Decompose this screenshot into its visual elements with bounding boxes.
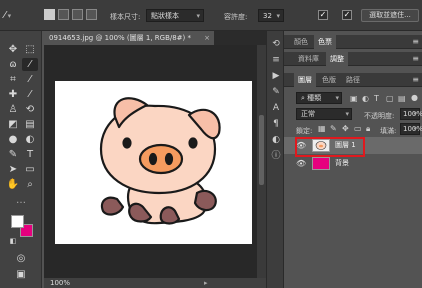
smart-object-filter-icon[interactable]: ▤ xyxy=(398,94,406,104)
layer-thumbnail xyxy=(312,157,330,170)
dodge-tool-icon[interactable]: ◐ xyxy=(22,133,38,146)
new-selection-mode[interactable] xyxy=(44,9,55,20)
lock-label: 鎖定: xyxy=(296,127,313,135)
eyedropper-tool-icon[interactable]: ⁄ xyxy=(22,73,38,86)
adjustment-filter-icon[interactable]: ◐ xyxy=(362,94,369,104)
brush-panel-icon[interactable]: ✎ xyxy=(270,87,282,98)
lasso-tool-icon[interactable]: ɷ xyxy=(5,58,21,71)
default-colors-icon[interactable]: ◧ xyxy=(5,235,21,248)
document-tab-bar: 0914653.jpg @ 100% (圖層 1, RGB/8#) * × xyxy=(44,31,266,45)
status-menu-icon[interactable]: ▸ xyxy=(204,278,208,288)
layer-row-background[interactable]: 👁︎ 背景 xyxy=(284,155,422,172)
color-panel-tabs: 顏色 色票 ≡ xyxy=(284,35,422,49)
layer-name[interactable]: 背景 xyxy=(335,158,349,168)
magic-wand-tool-icon[interactable]: ⁄ xyxy=(22,58,38,71)
properties-panel-icon[interactable]: ≡ xyxy=(270,55,282,66)
lock-transparency-icon[interactable]: ▦ xyxy=(318,124,326,134)
magic-wand-icon: ⁄ xyxy=(4,10,6,21)
anti-alias-checkbox[interactable]: ✓ xyxy=(318,10,328,20)
tool-preset-picker[interactable]: ⁄ ▾ xyxy=(4,8,26,23)
tab-layers[interactable]: 圖層 xyxy=(294,73,316,87)
tab-adjustments[interactable]: 調整 xyxy=(326,52,348,66)
crop-tool-icon[interactable]: ⌗ xyxy=(5,73,21,86)
foreground-color-swatch[interactable] xyxy=(11,215,24,228)
fill-label: 填滿: xyxy=(380,127,397,135)
character-panel-icon[interactable]: A xyxy=(270,103,282,114)
eraser-tool-icon[interactable]: ◩ xyxy=(5,118,21,131)
add-selection-mode[interactable] xyxy=(58,9,69,20)
move-tool-icon[interactable]: ✥ xyxy=(5,43,21,56)
select-and-mask-button[interactable]: 選取並遮住... xyxy=(361,9,419,22)
shape-filter-icon[interactable]: ▢ xyxy=(386,94,394,104)
healing-brush-tool-icon[interactable]: ✚ xyxy=(5,88,21,101)
glyphs-panel-icon[interactable]: ◐ xyxy=(270,135,282,146)
history-panel-icon[interactable]: ⟲ xyxy=(270,39,282,50)
lock-position-icon[interactable]: ✥ xyxy=(342,124,349,134)
vertical-scrollbar[interactable] xyxy=(257,45,266,278)
close-icon[interactable]: × xyxy=(204,31,210,45)
tolerance-input[interactable]: 32 xyxy=(258,9,284,22)
canvas-area[interactable] xyxy=(44,45,257,278)
visibility-eye-icon[interactable]: 👁︎ xyxy=(296,159,306,168)
panel-menu-icon[interactable]: ≡ xyxy=(412,73,419,87)
intersect-selection-mode[interactable] xyxy=(86,9,97,20)
tolerance-label: 容許度: xyxy=(224,13,248,21)
actions-panel-icon[interactable]: ▶ xyxy=(270,71,282,82)
pig-illustration xyxy=(99,97,221,225)
sample-size-label: 樣本尺寸: xyxy=(110,13,141,21)
type-filter-icon[interactable]: T xyxy=(374,94,379,104)
layers-panel-tabs: 圖層 色版 路徑 ≡ xyxy=(284,73,422,87)
more-tools-icon[interactable]: … xyxy=(13,194,29,207)
blend-mode-dropdown[interactable]: 正常 xyxy=(296,108,352,120)
opacity-input[interactable]: 100% xyxy=(400,108,422,120)
rectangle-tool-icon[interactable]: ▭ xyxy=(22,163,38,176)
paragraph-panel-icon[interactable]: ¶ xyxy=(270,119,282,130)
pen-tool-icon[interactable]: ✎ xyxy=(5,148,21,161)
tab-paths[interactable]: 路徑 xyxy=(342,73,364,87)
tab-channels[interactable]: 色版 xyxy=(318,73,340,87)
info-panel-icon[interactable]: ⓘ xyxy=(270,151,282,162)
zoom-level[interactable]: 100% xyxy=(50,279,70,287)
tab-libraries[interactable]: 資料庫 xyxy=(294,52,323,66)
tab-color[interactable]: 顏色 xyxy=(290,35,312,49)
clone-stamp-tool-icon[interactable]: ♙ xyxy=(5,103,21,116)
sample-size-dropdown[interactable]: 點狀樣本 xyxy=(146,9,204,22)
filter-kind-value: 種類 xyxy=(307,94,322,102)
brush-tool-icon[interactable]: ⁄ xyxy=(22,88,38,101)
status-bar: 100% ▸ xyxy=(44,278,266,288)
panel-menu-icon[interactable]: ≡ xyxy=(412,52,419,66)
image-canvas[interactable] xyxy=(55,81,252,244)
quick-mask-icon[interactable]: ◎ xyxy=(13,252,29,265)
pixel-filter-icon[interactable]: ▣ xyxy=(350,94,358,104)
document-tab[interactable]: 0914653.jpg @ 100% (圖層 1, RGB/8#) * × xyxy=(44,31,214,45)
history-brush-tool-icon[interactable]: ⟲ xyxy=(22,103,38,116)
scrollbar-thumb[interactable] xyxy=(259,115,264,185)
right-panels: 顏色 色票 ≡ 資料庫 調整 ≡ 圖層 色版 路徑 ≡ ⌕ 種類 ▣ ◐ T ▢… xyxy=(284,31,422,288)
contiguous-checkbox[interactable]: ✓ xyxy=(342,10,352,20)
lock-pixels-icon[interactable]: ✎ xyxy=(330,124,337,134)
hand-tool-icon[interactable]: ✋ xyxy=(5,178,21,191)
tab-swatches[interactable]: 色票 xyxy=(314,35,336,49)
highlight-annotation xyxy=(295,137,365,157)
type-tool-icon[interactable]: T xyxy=(22,148,38,161)
panel-menu-icon[interactable]: ≡ xyxy=(412,35,419,49)
path-selection-tool-icon[interactable]: ➤ xyxy=(5,163,21,176)
filter-toggle-icon[interactable]: ● xyxy=(411,93,418,103)
lock-artboard-icon[interactable]: ▭ xyxy=(354,124,362,134)
library-panel-tabs: 資料庫 調整 ≡ xyxy=(284,52,422,66)
marquee-tool-icon[interactable]: ⬚ xyxy=(22,43,38,56)
options-bar: ⁄▾ 樣本尺寸: 點狀樣本 容許度: 32 ✓ ✓ 選取並遮住... xyxy=(0,0,422,31)
blur-tool-icon[interactable]: ● xyxy=(5,133,21,146)
zoom-tool-icon[interactable]: ⌕ xyxy=(22,178,38,191)
lock-all-icon[interactable]: 🔒︎ xyxy=(366,124,370,134)
opacity-label: 不透明度: xyxy=(364,112,395,120)
panel-icon-strip: ⟲ ≡ ▶ ✎ A ¶ ◐ ⓘ xyxy=(266,31,284,288)
gradient-tool-icon[interactable]: ▤ xyxy=(22,118,38,131)
document-title: 0914653.jpg @ 100% (圖層 1, RGB/8#) * xyxy=(49,34,192,42)
screen-mode-icon[interactable]: ▣ xyxy=(13,268,29,281)
subtract-selection-mode[interactable] xyxy=(72,9,83,20)
layer-filter-dropdown[interactable]: ⌕ 種類 xyxy=(296,92,342,104)
tools-panel: ✥ ⬚ ɷ ⁄ ⌗ ⁄ ✚ ⁄ ♙ ⟲ ◩ ▤ ● ◐ ✎ T ➤ ▭ ✋ ⌕ … xyxy=(0,31,42,288)
fill-input[interactable]: 100% xyxy=(400,123,422,135)
